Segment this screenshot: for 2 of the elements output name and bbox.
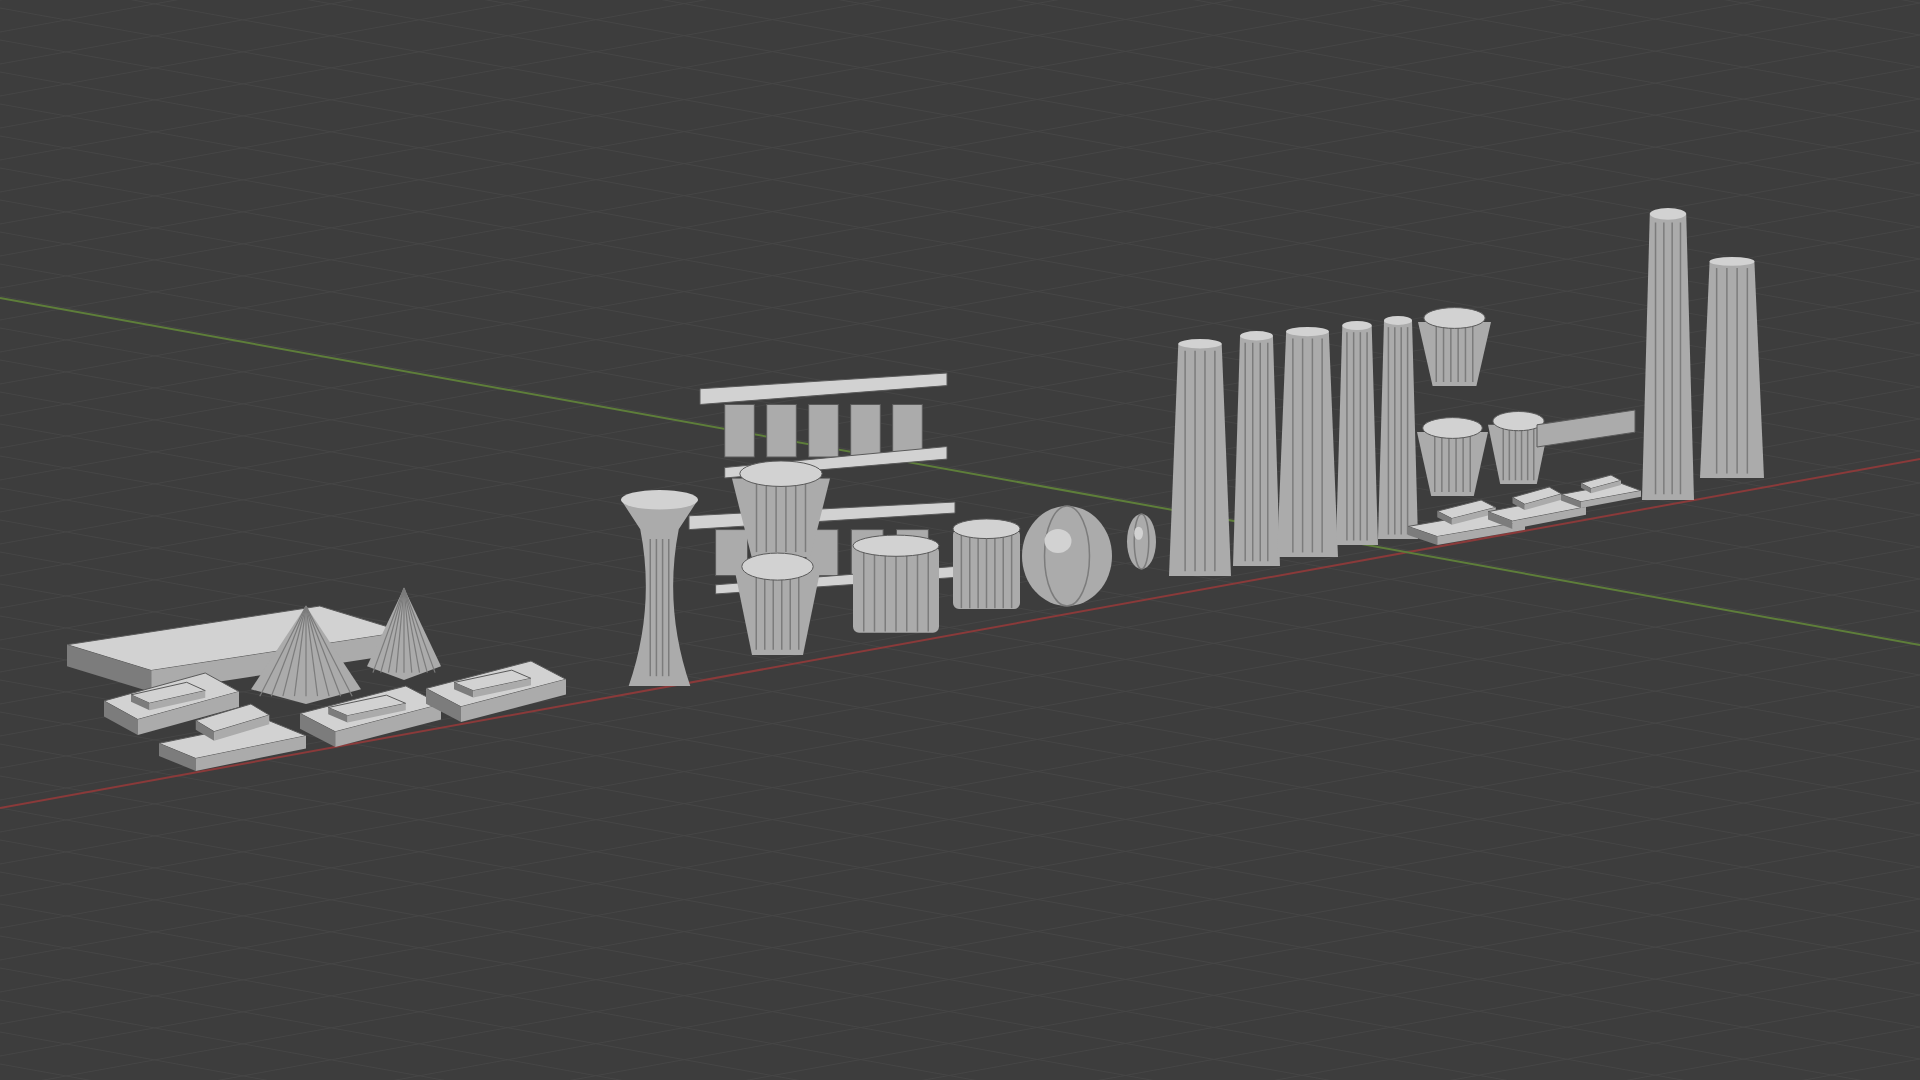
sphere-model — [1127, 513, 1156, 570]
3d-viewport[interactable] — [0, 0, 1920, 1080]
